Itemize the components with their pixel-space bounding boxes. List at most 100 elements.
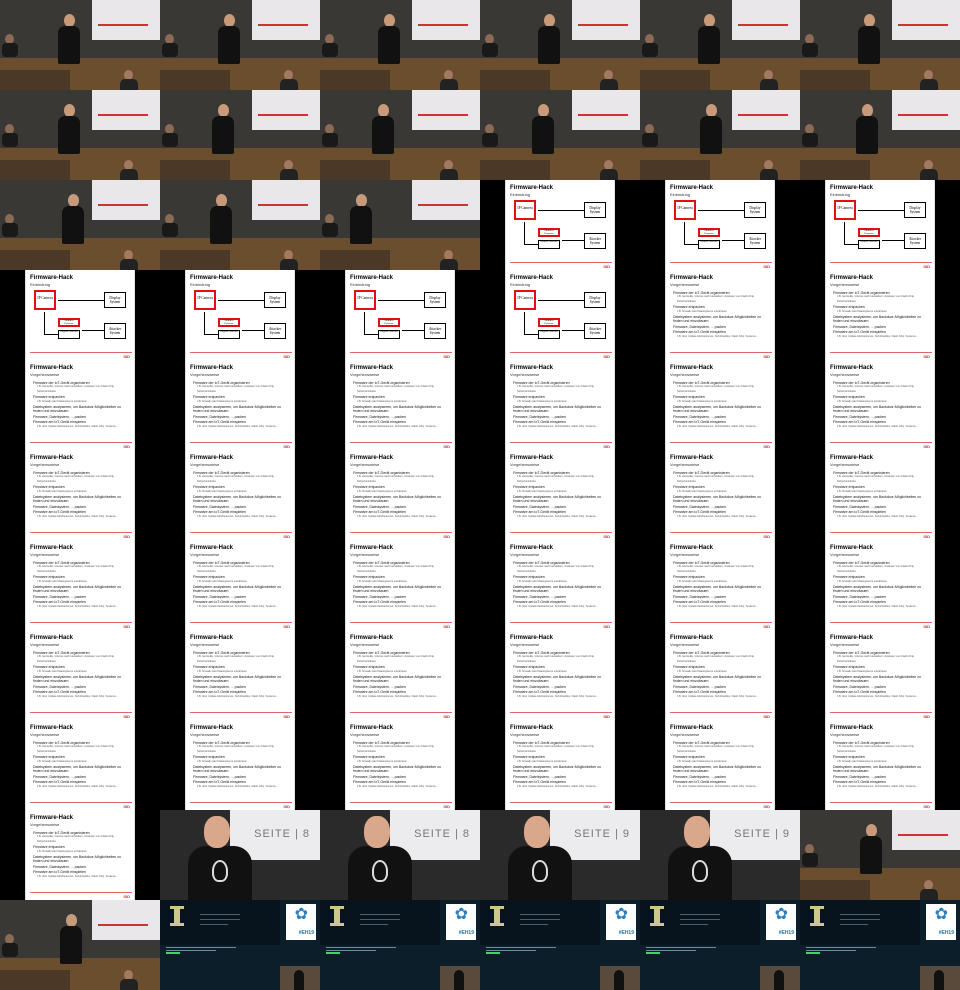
slide-subtitle: Einbindung [510, 192, 531, 197]
stage-tile [800, 90, 960, 180]
slide: Firmware-Hack Einbindung IP Camera Displ… [345, 270, 455, 360]
slide: Firmware-Hack Einbindung IP Camera Displ… [665, 180, 775, 270]
torso [482, 133, 498, 147]
slide: Firmware-Hack Einbindung IP Camera Displ… [25, 270, 135, 360]
step-item: Firmware der IoT-Gerät organisieren z.B. … [513, 561, 595, 573]
slide-title: Firmware-Hack [830, 185, 874, 191]
slide: Firmware-Hack Vorgehensweise Firmware de… [505, 630, 615, 720]
slide-footer-line [830, 802, 932, 803]
seated-person [162, 34, 178, 57]
step-item: Firmware, Dateisystem, ... packen [833, 684, 886, 689]
projection-screen [412, 0, 480, 40]
step-item: Firmware der IoT-Gerät organisieren z.B. … [353, 741, 435, 753]
slide-tile: Firmware-Hack Vorgehensweise Firmware de… [800, 540, 960, 630]
slide-logo: SID [763, 714, 770, 719]
step-item: Firmware entpacken z.B. binwalk oder Date… [673, 575, 727, 583]
stage-tile [640, 0, 800, 90]
step-item: Firmware am IoT-Gerät einspielen z.B. übe… [673, 330, 758, 338]
stage-tile [320, 180, 480, 270]
slide: Firmware-Hack Vorgehensweise Firmware de… [25, 540, 135, 630]
slide-tile: Firmware-Hack Vorgehensweise Firmware de… [0, 630, 160, 720]
slide-tile: Firmware-Hack Vorgehensweise Firmware de… [800, 720, 960, 810]
steps-list: Firmware der IoT-Gerät organisieren z.B. … [673, 561, 771, 610]
step-item: Firmware der IoT-Gerät organisieren z.B. … [513, 471, 595, 483]
slide-accent-line [738, 114, 788, 116]
step-item: Firmware am IoT-Gerät einspielen z.B. übe… [833, 420, 918, 428]
slide-footer-line [190, 622, 292, 623]
steps-list: Firmware der IoT-Gerät organisieren z.B. … [193, 651, 291, 700]
steps-list: Firmware der IoT-Gerät organisieren z.B. … [513, 651, 611, 700]
slide-footer-line [350, 712, 452, 713]
step-item: Firmware, Dateisystem, ... packen [673, 504, 726, 509]
steps-list: Firmware der IoT-Gerät organisieren z.B. … [193, 471, 291, 520]
step-item: Firmware, Dateisystem, ... packen [33, 414, 86, 419]
step-item: Dateisystem analysieren, um Backdoor-Mög… [193, 405, 281, 414]
audience-member [280, 70, 298, 90]
banner-text-line [680, 919, 720, 920]
slide-subtitle: Vorgehensweise [190, 732, 220, 737]
torso [2, 43, 18, 57]
slide-footer-line [510, 622, 612, 623]
slide-tile: Firmware-Hack Vorgehensweise Firmware de… [320, 360, 480, 450]
torso [120, 169, 138, 180]
original-firmware-box: Original Firmware [538, 330, 560, 339]
slide-footer-line [350, 802, 452, 803]
slide: Firmware-Hack Vorgehensweise Firmware de… [25, 810, 135, 900]
step-item: Firmware, Dateisystem, ... packen [33, 504, 86, 509]
speaker [60, 914, 82, 964]
slide: Firmware-Hack Vorgehensweise Firmware de… [505, 450, 615, 540]
stage-tile [320, 90, 480, 180]
link-line [218, 300, 264, 301]
slide-logo: SID [283, 444, 290, 449]
lectern-desk [800, 160, 870, 180]
steps-list: Firmware der IoT-Gerät organisieren z.B. … [33, 471, 131, 520]
projection-screen [412, 90, 480, 130]
slide-tile: Firmware-Hack Vorgehensweise Firmware de… [800, 360, 960, 450]
banner-text-line [840, 924, 868, 925]
steps-list: Firmware der IoT-Gerät organisieren z.B. … [833, 291, 931, 340]
slide-subtitle: Vorgehensweise [190, 552, 220, 557]
slide-tile: Firmware-Hack Einbindung IP Camera Displ… [800, 180, 960, 270]
projection-screen [92, 90, 160, 130]
step-item: Firmware am IoT-Gerät einspielen z.B. übe… [673, 420, 758, 428]
stage-tile [0, 180, 160, 270]
slide-title: Firmware-Hack [30, 725, 74, 731]
step-item: Firmware entpacken z.B. binwalk oder Date… [833, 305, 887, 313]
slide-tile: Firmware-Hack Vorgehensweise Firmware de… [160, 720, 320, 810]
torso [802, 133, 818, 147]
rabbit-logo-icon: ✿ [294, 906, 308, 923]
torso [920, 889, 938, 900]
step-item: Firmware am IoT-Gerät einspielen z.B. übe… [673, 690, 758, 698]
projection-screen [732, 0, 800, 40]
slide-logo: SID [603, 444, 610, 449]
slide-tile: Firmware-Hack Vorgehensweise Firmware de… [800, 450, 960, 540]
steps-list: Firmware der IoT-Gerät organisieren z.B. … [353, 741, 451, 790]
slide-tile: Firmware-Hack Vorgehensweise Firmware de… [0, 450, 160, 540]
slide-logo: SID [763, 624, 770, 629]
slide-logo: SID [923, 534, 930, 539]
step-item: Firmware der IoT-Gerät organisieren z.B. … [833, 471, 915, 483]
slide-title: Firmware-Hack [30, 455, 74, 461]
step-item: Dateisystem analysieren, um Backdoor-Mög… [833, 765, 921, 774]
step-item: Firmware entpacken z.B. binwalk oder Date… [833, 575, 887, 583]
steps-list: Firmware der IoT-Gerät organisieren z.B. … [33, 741, 131, 790]
banner-text-line [200, 914, 240, 915]
steps-list: Firmware der IoT-Gerät organisieren z.B. … [193, 741, 291, 790]
modified-firmware-box: Modified Firmware [58, 318, 80, 327]
slide-footer-line [350, 622, 452, 623]
step-item: Firmware, Dateisystem, ... packen [193, 504, 246, 509]
step-item: Firmware, Dateisystem, ... packen [673, 684, 726, 689]
link-line [844, 222, 845, 244]
slide-footer-line [830, 532, 932, 533]
banner-text-line [200, 924, 228, 925]
slide-tile: Firmware-Hack Vorgehensweise Firmware de… [320, 720, 480, 810]
terminal-output-line [326, 947, 396, 948]
lectern-desk [0, 250, 70, 270]
step-item: Firmware entpacken z.B. binwalk oder Date… [513, 485, 567, 493]
original-firmware-box: Original Firmware [218, 330, 240, 339]
slide-title: Firmware-Hack [670, 635, 714, 641]
tower-logo-icon [170, 906, 184, 926]
step-item: Dateisystem analysieren, um Backdoor-Mög… [513, 585, 601, 594]
slide-page-label: SEITE | 8 [414, 828, 470, 840]
slide: Firmware-Hack Vorgehensweise Firmware de… [185, 720, 295, 810]
